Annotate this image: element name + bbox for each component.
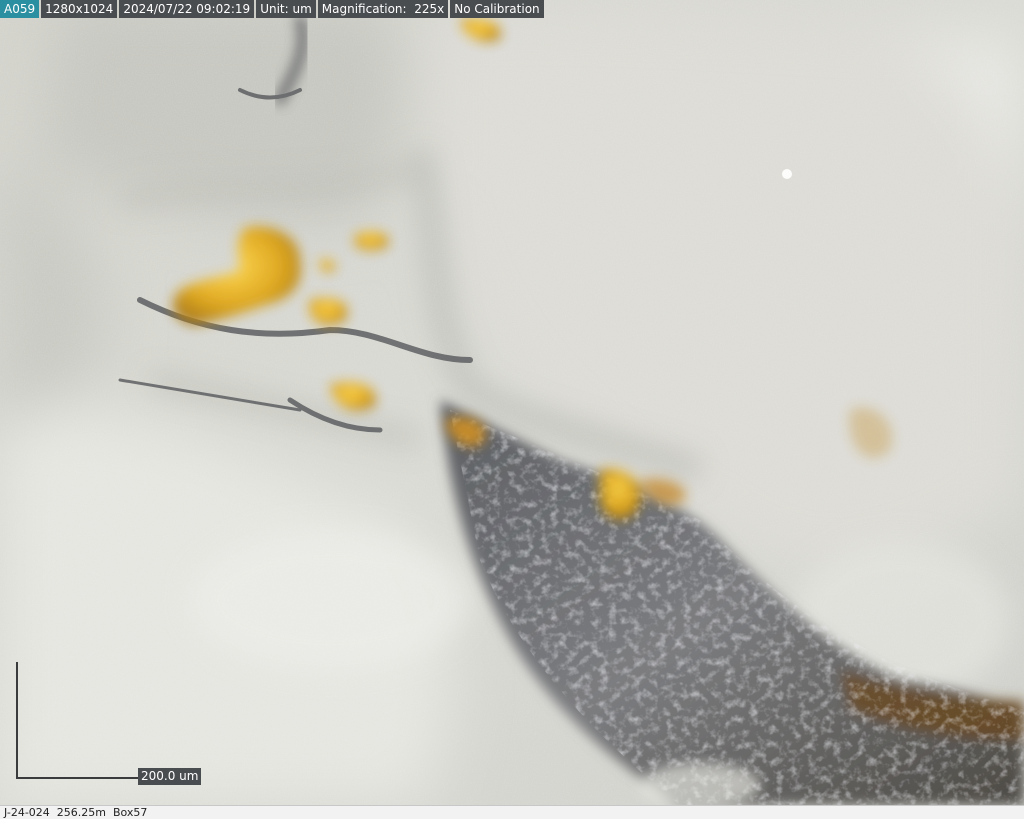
microscope-viewer: A059 1280x1024 2024/07/22 09:02:19 Unit:…	[0, 0, 1024, 819]
capture-info-bar: A059 1280x1024 2024/07/22 09:02:19 Unit:…	[0, 0, 544, 18]
calibration-tag: No Calibration	[450, 0, 544, 18]
image-id-tag: A059	[0, 0, 40, 18]
specimen-micrograph	[0, 0, 1024, 805]
magnification-tag: Magnification: 225x	[317, 0, 449, 18]
scale-bar-label: 200.0 um	[138, 768, 202, 785]
sample-caption: J-24-024 256.25m Box57	[0, 805, 1024, 819]
datetime-tag: 2024/07/22 09:02:19	[119, 0, 255, 18]
unit-tag: Unit: um	[256, 0, 316, 18]
scale-bar-horizontal	[16, 777, 138, 779]
resolution-tag: 1280x1024	[41, 0, 118, 18]
scale-bar-vertical	[16, 662, 18, 779]
